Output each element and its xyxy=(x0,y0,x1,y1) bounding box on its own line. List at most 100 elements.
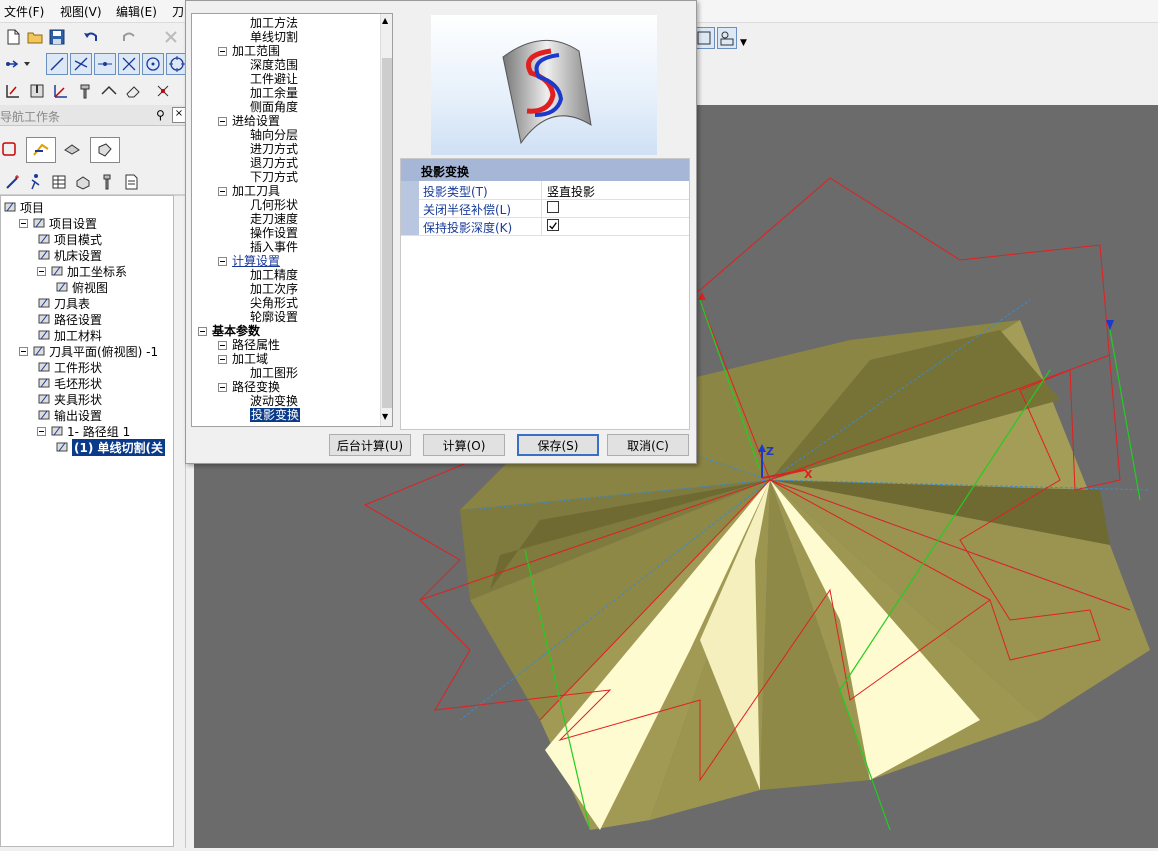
settings-node[interactable]: 退刀方式 xyxy=(250,156,298,170)
transform-icon[interactable] xyxy=(152,80,174,102)
line-tool-button[interactable] xyxy=(46,53,68,75)
collapse-icon[interactable] xyxy=(218,257,227,266)
tab-path[interactable] xyxy=(26,137,56,163)
background-compute-button[interactable]: 后台计算(U) xyxy=(329,434,411,456)
new-file-button[interactable] xyxy=(2,26,24,48)
tab-surface[interactable] xyxy=(58,137,86,161)
collapse-icon[interactable] xyxy=(198,327,207,336)
cross-tool-button[interactable] xyxy=(118,53,140,75)
tree-item-material[interactable]: 加工材料 xyxy=(37,327,102,343)
scroll-up-icon[interactable]: ▲ xyxy=(382,16,388,25)
tab-workpiece[interactable] xyxy=(0,137,20,161)
stock-icon[interactable] xyxy=(72,171,94,193)
coordinate-icon[interactable] xyxy=(50,80,72,102)
tree-scrollbar[interactable]: ▲ ▼ xyxy=(380,14,392,426)
tree-item-tool-table[interactable]: 刀具表 xyxy=(37,295,90,311)
menu-view[interactable]: 视图(V) xyxy=(60,3,102,20)
tree-item-fixture-shape[interactable]: 夹具形状 xyxy=(37,391,102,407)
toolpath-icon[interactable] xyxy=(2,80,24,102)
close-icon[interactable]: × xyxy=(172,107,186,123)
delete-button[interactable] xyxy=(160,26,182,48)
scroll-thumb[interactable] xyxy=(382,58,392,408)
settings-node[interactable]: 加工刀具 xyxy=(232,184,280,198)
collapse-icon[interactable] xyxy=(218,117,227,126)
settings-node[interactable]: 轮廓设置 xyxy=(250,310,298,324)
settings-node[interactable]: 加工方法 xyxy=(250,16,298,30)
settings-node[interactable]: 工件避让 xyxy=(250,72,298,86)
settings-node[interactable]: 走刀速度 xyxy=(250,212,298,226)
undo-button[interactable] xyxy=(80,26,102,48)
tree-item-path-group[interactable]: 1- 路径组 1 xyxy=(37,423,130,439)
settings-node[interactable]: 加工次序 xyxy=(250,282,298,296)
save-button[interactable]: 保存(S) xyxy=(517,434,599,456)
path-icon[interactable] xyxy=(98,80,120,102)
collapse-icon[interactable] xyxy=(218,355,227,364)
project-tree[interactable]: 项目 项目设置 项目模式 机床设置 加工坐标系 俯视图 刀具表 路径设置 加工材料 刀具平面(俯视… xyxy=(0,195,174,847)
menu-tool[interactable]: 刀 xyxy=(172,3,184,20)
collapse-icon[interactable] xyxy=(218,187,227,196)
intersect-tool-button[interactable] xyxy=(70,53,92,75)
settings-node[interactable]: 单线切割 xyxy=(250,30,298,44)
settings-node[interactable]: 投影变换 xyxy=(250,408,301,422)
settings-node[interactable]: 计算设置 xyxy=(232,254,280,268)
document-icon[interactable] xyxy=(120,171,142,193)
tree-item-workpiece-shape[interactable]: 工件形状 xyxy=(37,359,102,375)
collapse-icon[interactable] xyxy=(218,341,227,350)
pin-icon[interactable]: ⚲ xyxy=(156,108,165,122)
collapse-icon[interactable] xyxy=(19,346,28,356)
tree-item-path-settings[interactable]: 路径设置 xyxy=(37,311,102,327)
scroll-down-icon[interactable]: ▼ xyxy=(382,412,388,421)
settings-node[interactable]: 进刀方式 xyxy=(250,142,298,156)
chevron-down-icon[interactable]: ▼ xyxy=(740,38,747,48)
settings-node[interactable]: 几何形状 xyxy=(250,198,298,212)
settings-node[interactable]: 操作设置 xyxy=(250,226,298,240)
compute-button[interactable]: 计算(O) xyxy=(423,434,505,456)
collapse-icon[interactable] xyxy=(19,218,28,228)
tree-item-tool-plane[interactable]: 刀具平面(俯视图) -1 xyxy=(19,343,158,359)
projection-type-value[interactable]: 竖直投影 xyxy=(547,183,595,200)
snap-mode-icon[interactable] xyxy=(2,53,34,75)
settings-node[interactable]: 尖角形式 xyxy=(250,296,298,310)
keep-depth-checkbox[interactable] xyxy=(547,219,559,231)
settings-node[interactable]: 加工余量 xyxy=(250,86,298,100)
settings-node[interactable]: 加工域 xyxy=(232,352,268,366)
settings-node[interactable]: 下刀方式 xyxy=(250,170,298,184)
collapse-icon[interactable] xyxy=(218,47,227,56)
collapse-icon[interactable] xyxy=(37,426,46,436)
tree-item-stock-shape[interactable]: 毛坯形状 xyxy=(37,375,102,391)
menu-file[interactable]: 文件(F) xyxy=(4,3,44,20)
settings-node[interactable]: 侧面角度 xyxy=(250,100,298,114)
settings-node[interactable]: 路径变换 xyxy=(232,380,280,394)
property-row-keep-depth[interactable]: 保持投影深度(K) xyxy=(401,217,689,236)
save-file-button[interactable] xyxy=(46,26,68,48)
settings-node[interactable]: 加工范围 xyxy=(232,44,280,58)
run-icon[interactable] xyxy=(24,171,46,193)
settings-node[interactable]: 波动变换 xyxy=(250,394,298,408)
settings-node[interactable]: 基本参数 xyxy=(212,324,260,338)
cutter-icon[interactable] xyxy=(96,171,118,193)
tree-item-top-view[interactable]: 俯视图 xyxy=(55,279,108,295)
property-row-projection-type[interactable]: 投影类型(T) 竖直投影 xyxy=(401,181,689,200)
settings-node[interactable]: 插入事件 xyxy=(250,240,298,254)
settings-node[interactable]: 轴向分层 xyxy=(250,128,298,142)
display-options-button[interactable] xyxy=(717,27,737,49)
tab-machine[interactable] xyxy=(90,137,120,163)
midpoint-tool-button[interactable] xyxy=(94,53,116,75)
tree-item-project-settings[interactable]: 项目设置 xyxy=(19,215,97,231)
wand-icon[interactable] xyxy=(2,171,24,193)
center-tool-button[interactable] xyxy=(142,53,164,75)
machine-icon[interactable] xyxy=(26,80,48,102)
tree-item-work-coordinate[interactable]: 加工坐标系 xyxy=(37,263,127,279)
radius-comp-checkbox[interactable] xyxy=(547,201,559,213)
open-file-button[interactable] xyxy=(24,26,46,48)
tree-item-wire-cut-operation[interactable]: (1) 单线切割(关 xyxy=(55,438,165,456)
tool-icon[interactable] xyxy=(74,80,96,102)
settings-node[interactable]: 路径属性 xyxy=(232,338,280,352)
eraser-icon[interactable] xyxy=(122,80,144,102)
settings-node[interactable]: 加工图形 xyxy=(250,366,298,380)
collapse-icon[interactable] xyxy=(218,383,227,392)
property-row-radius-comp[interactable]: 关闭半径补偿(L) xyxy=(401,199,689,218)
settings-node[interactable]: 进给设置 xyxy=(232,114,280,128)
cancel-button[interactable]: 取消(C) xyxy=(607,434,689,456)
redo-button[interactable] xyxy=(118,26,140,48)
